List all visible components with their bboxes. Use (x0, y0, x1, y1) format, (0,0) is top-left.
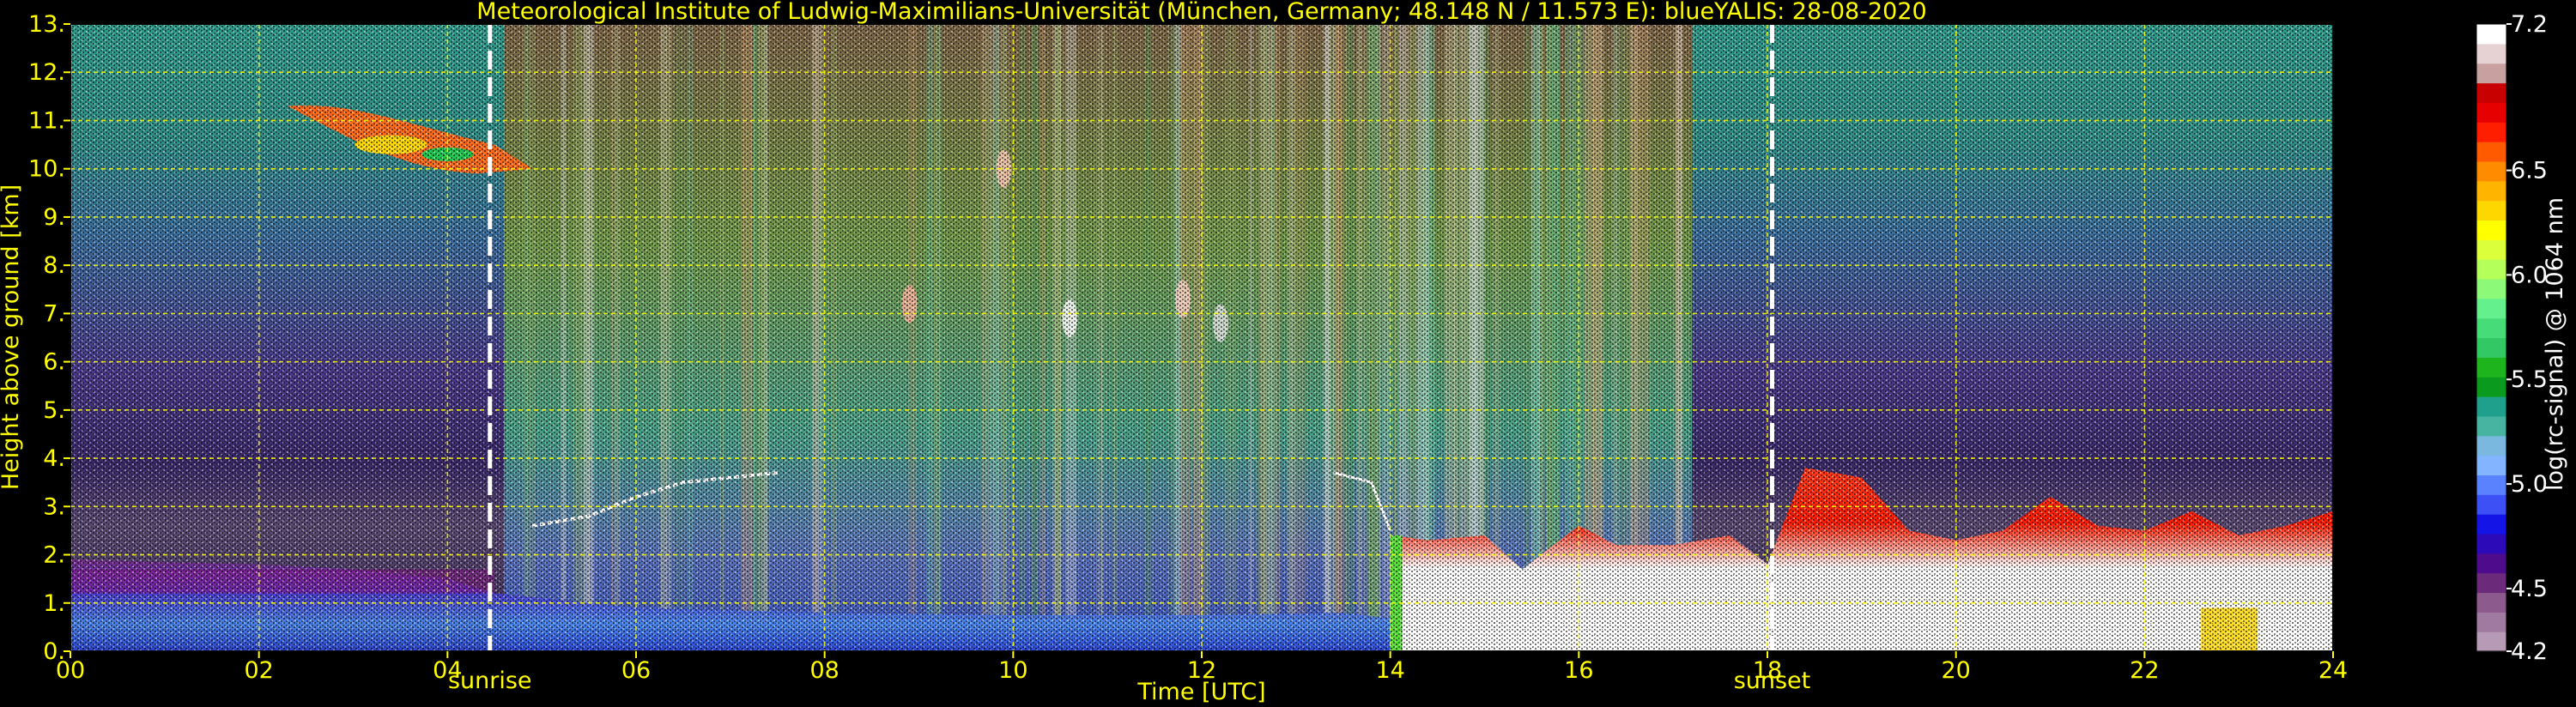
colorbar-swatch (2476, 455, 2506, 476)
y-tick-label: 2. (43, 542, 65, 569)
colorbar-swatch (2476, 82, 2506, 103)
x-tick-label: 10 (998, 657, 1027, 684)
colorbar-swatch (2476, 337, 2506, 358)
colorbar-swatch (2476, 298, 2506, 319)
y-axis-label: Height above ground [km] (0, 184, 24, 490)
colorbar-swatch (2476, 494, 2506, 515)
colorbar-swatch (2476, 435, 2506, 456)
x-tick-label: 08 (809, 657, 839, 684)
x-tick-label: 06 (621, 657, 651, 684)
x-tick-label: 02 (244, 657, 273, 684)
x-tick-label: 22 (2130, 657, 2159, 684)
colorbar-swatch (2476, 259, 2506, 280)
x-tick-label: 24 (2318, 657, 2348, 684)
colorbar-swatch (2476, 514, 2506, 535)
colorbar-swatch (2476, 160, 2506, 182)
colorbar-swatch (2476, 415, 2506, 437)
y-tick-label: 12. (28, 59, 65, 86)
y-tick-label: 5. (43, 397, 65, 424)
x-axis-label: Time [UTC] (1136, 679, 1265, 705)
colorbar-swatch (2476, 572, 2506, 594)
colorbar-tick-label: 6.5 (2511, 158, 2548, 184)
y-tick-label: 1. (43, 590, 65, 617)
colorbar-swatch (2476, 239, 2506, 260)
colorbar-swatch (2476, 142, 2506, 162)
colorbar-swatch (2476, 63, 2506, 84)
colorbar-swatch (2476, 396, 2506, 417)
colorbar-tick-label: 4.2 (2511, 638, 2548, 665)
colorbar-swatch (2476, 278, 2506, 299)
colorbar-swatch (2476, 43, 2506, 64)
colorbar-swatch (2476, 24, 2506, 45)
colorbar-swatch (2476, 474, 2506, 495)
colorbar-swatch (2476, 180, 2506, 202)
y-tick-label: 3. (43, 493, 65, 520)
lidar-chart: 00 02 04 06 08 10 12 14 16 18 20 22 240.1.2.3.4.5.6.… (0, 0, 2568, 705)
colorbar-swatch (2476, 533, 2506, 554)
plot-area (70, 24, 2333, 651)
colorbar-swatch (2476, 102, 2506, 123)
y-tick-label: 8. (43, 252, 65, 279)
colorbar-swatch (2476, 357, 2506, 378)
colorbar-swatch (2476, 200, 2506, 221)
colorbar-swatch (2476, 592, 2506, 613)
colorbar-swatch (2476, 377, 2506, 397)
colorbar: 4.24.55.05.56.06.57.2 (2476, 11, 2548, 665)
y-tick-label: 13. (28, 11, 65, 38)
y-tick-label: 9. (43, 204, 65, 231)
colorbar-swatch (2476, 317, 2506, 339)
chart-title: Meteorological Institute of Ludwig-Maxim… (476, 0, 1926, 25)
colorbar-tick-label: 7.2 (2511, 11, 2548, 38)
y-tick-label: 6. (43, 349, 65, 376)
colorbar-swatch (2476, 553, 2506, 574)
event-label-sunrise: sunrise (448, 668, 532, 694)
colorbar-label: log(rc-signal) @ 1064 nm (2542, 197, 2568, 491)
y-tick-label: 11. (28, 107, 65, 134)
x-tick-label: 20 (1941, 657, 1970, 684)
colorbar-swatch (2476, 612, 2506, 632)
y-tick-label: 4. (43, 445, 65, 472)
x-tick-label: 14 (1375, 657, 1404, 684)
x-tick-label: 16 (1564, 657, 1593, 684)
event-label-sunset: sunset (1734, 668, 1811, 694)
colorbar-swatch (2476, 631, 2506, 652)
y-tick-label: 10. (28, 156, 65, 183)
colorbar-tick-label: 4.5 (2511, 576, 2548, 602)
y-tick-label: 7. (43, 300, 65, 327)
colorbar-swatch (2476, 122, 2506, 142)
colorbar-swatch (2476, 220, 2506, 240)
y-tick-label: 0. (43, 638, 65, 665)
